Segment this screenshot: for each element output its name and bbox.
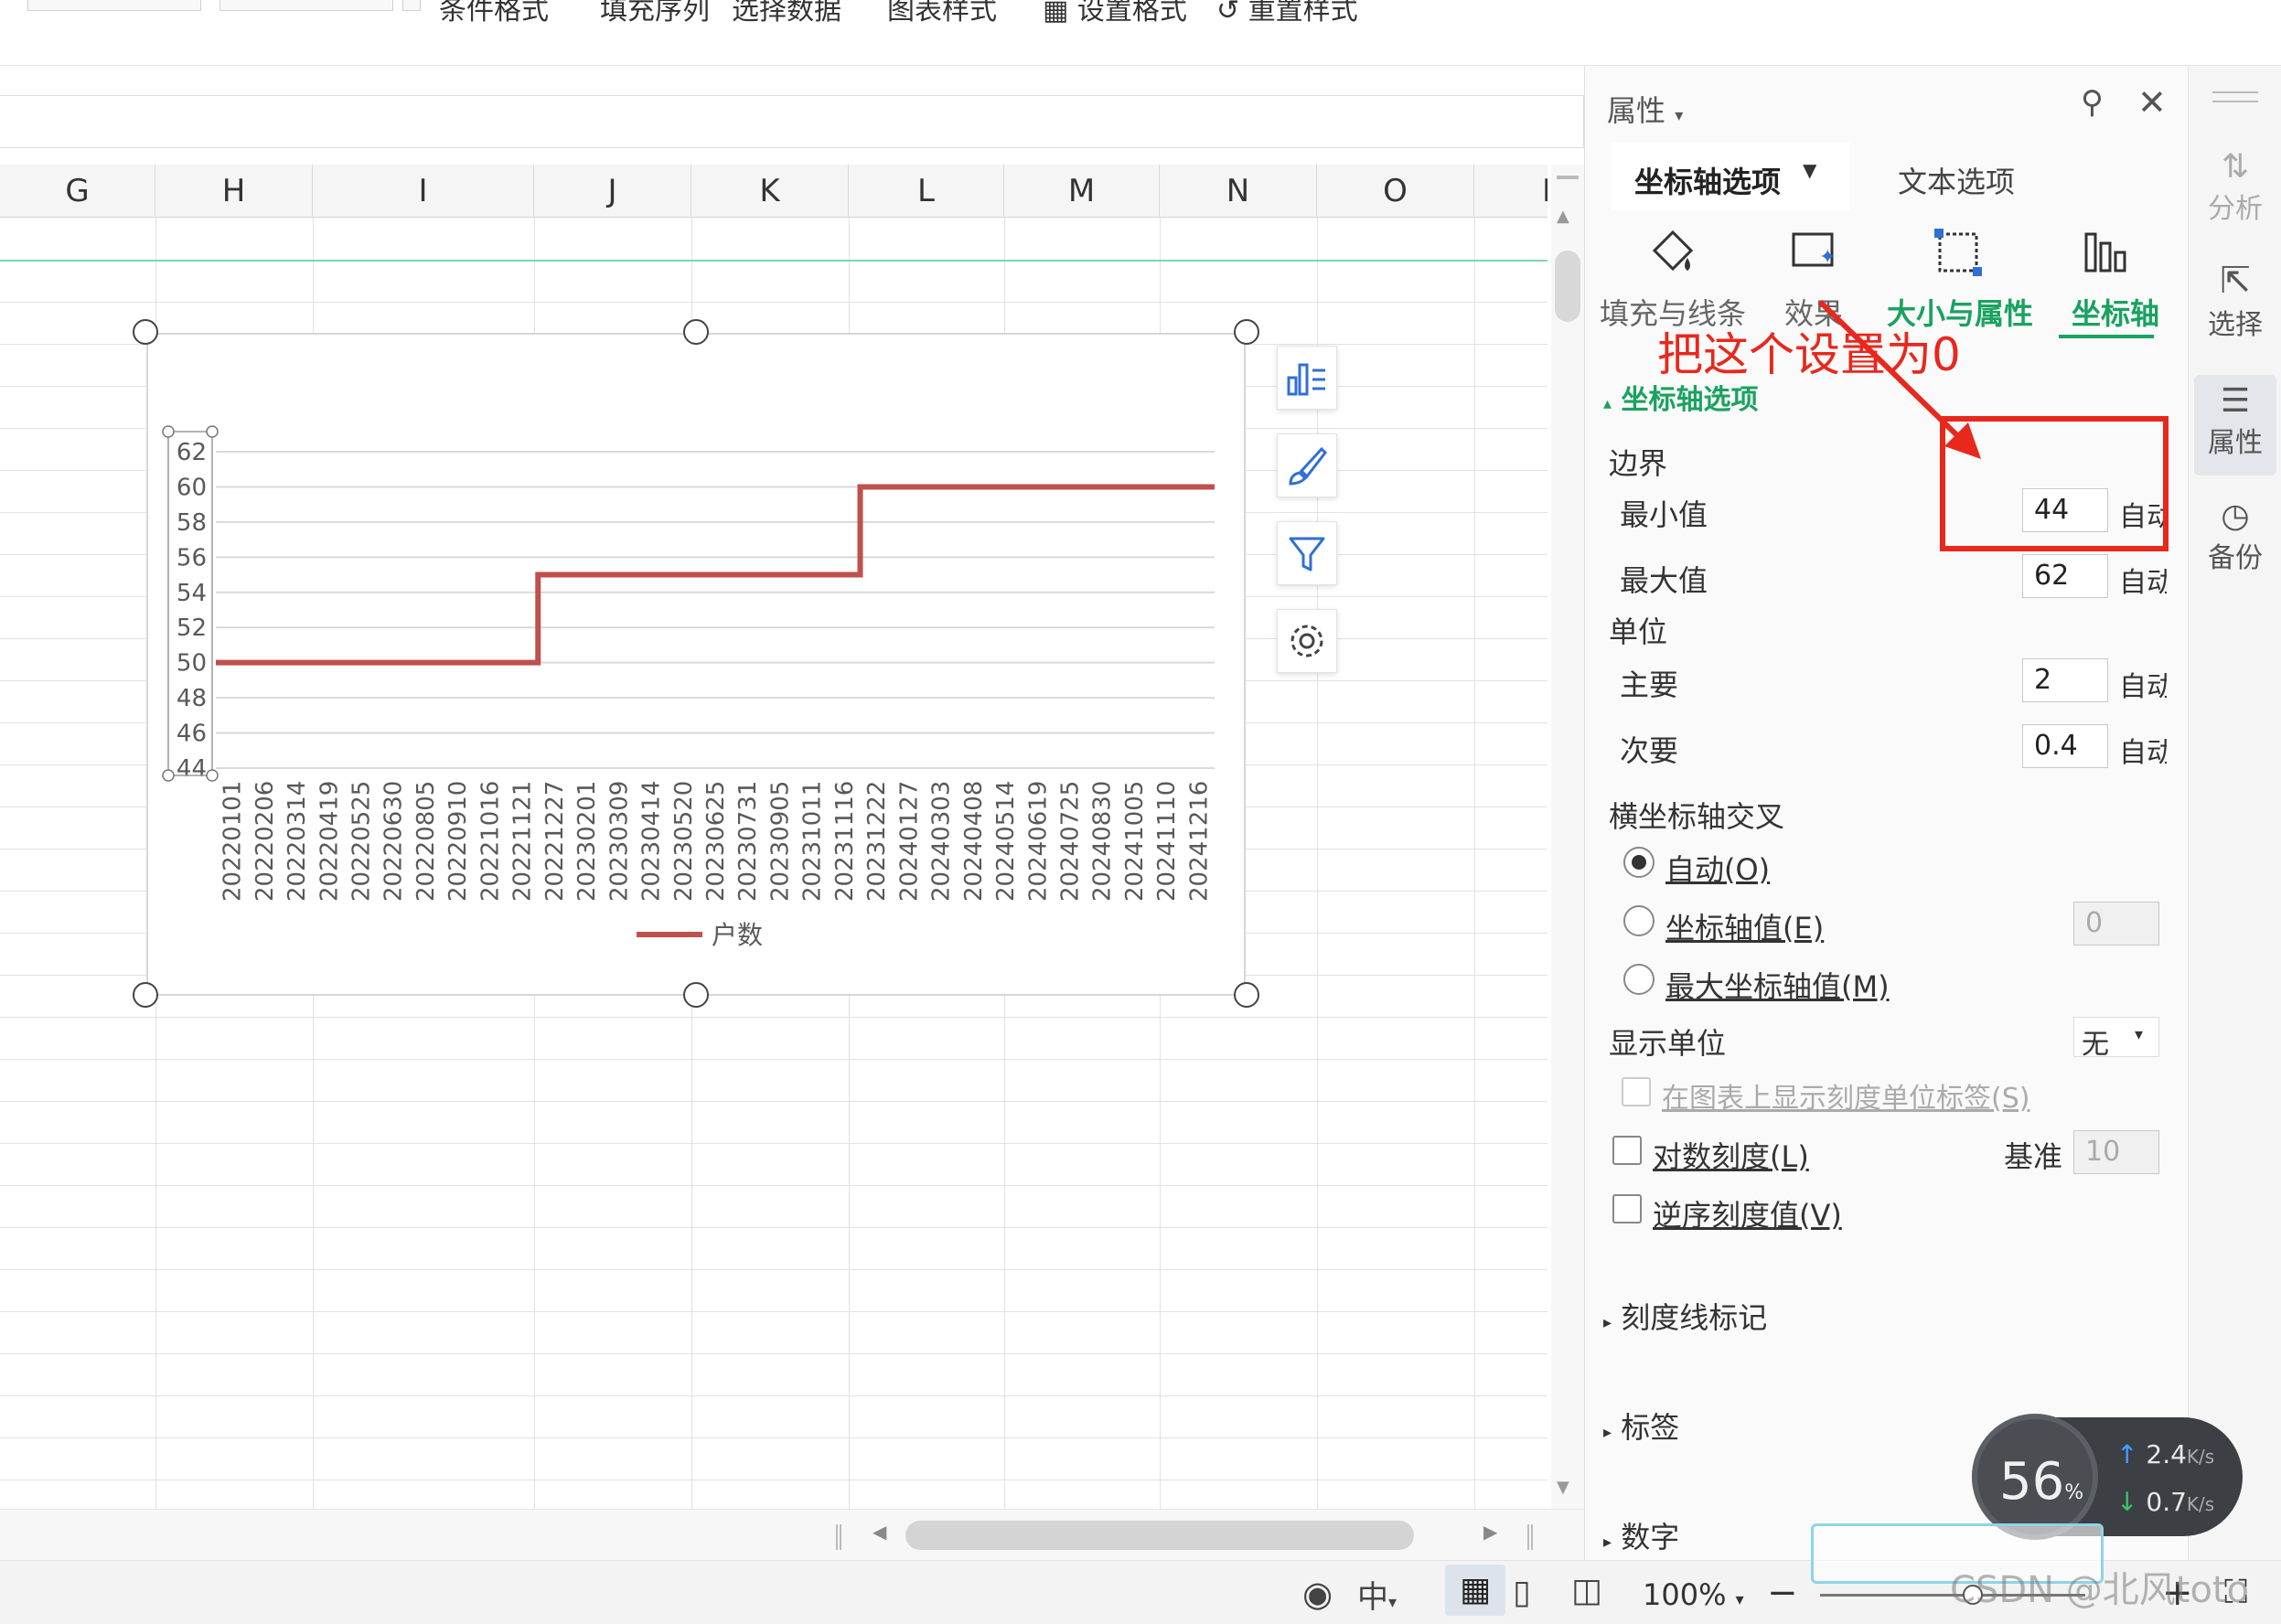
eye-protection-icon[interactable]: ◉ bbox=[1302, 1574, 1333, 1614]
grid-view-icon: ▦ bbox=[1459, 1571, 1491, 1608]
download-speed-value: 0.7 bbox=[2146, 1487, 2187, 1517]
upload-speed-unit: K/s bbox=[2186, 1446, 2215, 1468]
annotation-overlay bbox=[1817, 299, 2169, 551]
zoom-out-button[interactable]: − bbox=[1767, 1572, 1798, 1614]
cpu-percent: 56% bbox=[1999, 1452, 2083, 1512]
zoom-select[interactable]: 100% ▾ bbox=[1643, 1577, 1744, 1612]
csdn-watermark: CSDN @北风toto bbox=[1950, 1569, 2250, 1611]
page-break-view-icon[interactable]: ◫ bbox=[1571, 1572, 1602, 1609]
cpu-percent-value: 56 bbox=[1999, 1452, 2065, 1512]
input-method-button[interactable]: 中▾ bbox=[1357, 1572, 1397, 1617]
arrow-down-icon: ↓ bbox=[2116, 1487, 2138, 1517]
download-speed-unit: K/s bbox=[2186, 1493, 2215, 1515]
cpu-percent-unit: % bbox=[2064, 1481, 2084, 1504]
chevron-down-icon: ▾ bbox=[1735, 1590, 1744, 1609]
download-speed: ↓ 0.7K/s bbox=[2116, 1487, 2214, 1517]
annotation-box bbox=[1940, 416, 2169, 551]
zoom-value: 100% bbox=[1643, 1577, 1727, 1612]
annotation-arrow-line bbox=[1817, 299, 1967, 445]
arrow-up-icon: ↑ bbox=[2116, 1439, 2138, 1469]
chevron-down-icon: ▾ bbox=[1388, 1593, 1398, 1612]
upload-speed: ↑ 2.4K/s bbox=[2116, 1439, 2214, 1469]
upload-speed-value: 2.4 bbox=[2146, 1439, 2187, 1469]
normal-view-button[interactable]: ▦ bbox=[1445, 1565, 1505, 1616]
input-method-label: 中 bbox=[1357, 1579, 1388, 1616]
network-monitor[interactable]: 56% ↑ 2.4K/s ↓ 0.7K/s bbox=[1972, 1414, 2243, 1540]
page-layout-view-icon[interactable]: ▯ bbox=[1513, 1574, 1531, 1611]
